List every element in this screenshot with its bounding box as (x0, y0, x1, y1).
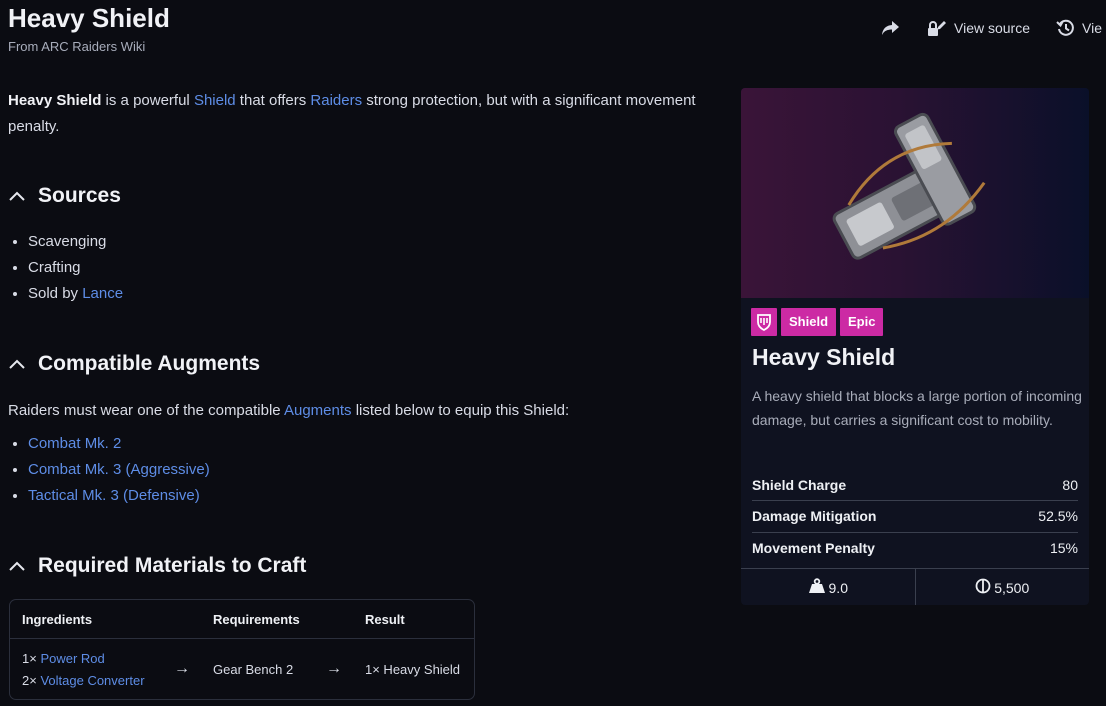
stat-label: Movement Penalty (752, 540, 875, 556)
page-actions: View source Vie (880, 18, 1106, 38)
badge-row: Shield Epic (751, 308, 887, 336)
list-item: Combat Mk. 2 (28, 431, 210, 457)
arrow-icon: → (326, 660, 342, 677)
stat-value: 15% (1049, 540, 1078, 556)
card-title: Heavy Shield (752, 344, 896, 370)
stat-value: 52.5% (1038, 508, 1078, 524)
sources-heading-label: Sources (38, 184, 121, 207)
intro-text: that offers (235, 92, 311, 109)
category-badge[interactable]: Shield (781, 308, 837, 336)
intro-text: is a powerful (101, 92, 194, 109)
augments-heading-label: Compatible Augments (38, 352, 261, 375)
list-item: Sold by Lance (28, 281, 123, 307)
share-icon (880, 19, 900, 37)
chevron-up-icon (8, 184, 38, 208)
chevron-up-icon (8, 352, 38, 376)
chevron-up-icon (8, 554, 38, 578)
intro-bold-title: Heavy Shield (8, 92, 102, 109)
raiders-link[interactable]: Raiders (310, 92, 362, 109)
stat-divider (752, 500, 1078, 501)
table-header: Result (365, 612, 405, 627)
weight-icon (808, 578, 829, 597)
craft-heading[interactable]: Required Materials to Craft (8, 554, 306, 578)
sold-by-text: Sold by (28, 285, 83, 302)
list-item: Combat Mk. 3 (Aggressive) (28, 457, 210, 483)
augment-link[interactable]: Combat Mk. 2 (28, 435, 121, 452)
price-cell: 5,500 (914, 569, 1090, 605)
view-source-link[interactable]: View source (926, 18, 1030, 38)
card-footer: 9.0 5,500 (741, 568, 1089, 605)
price-value: 5,500 (994, 579, 1030, 596)
sources-heading[interactable]: Sources (8, 184, 121, 208)
coin-icon (975, 578, 994, 597)
stat-row: Movement Penalty 15% (752, 540, 1078, 556)
augments-list: Combat Mk. 2 Combat Mk. 3 (Aggressive) T… (8, 431, 210, 509)
shield-link[interactable]: Shield (194, 92, 236, 109)
view-source-label: View source (954, 20, 1031, 36)
list-item: Scavenging (28, 229, 123, 255)
augments-text: listed below to equip this Shield: (351, 402, 570, 419)
augment-link[interactable]: Combat Mk. 3 (Aggressive) (28, 461, 210, 478)
rarity-badge[interactable]: Epic (840, 308, 884, 336)
ingredient-row: 2× Voltage Converter (22, 673, 145, 688)
weight-cell: 9.0 (741, 569, 915, 605)
power-rod-link[interactable]: Power Rod (40, 651, 104, 666)
craft-table: Ingredients Requirements Result 1× Power… (9, 599, 475, 700)
view-history-link[interactable]: Vie (1056, 18, 1102, 38)
requirement-cell: Gear Bench 2 (213, 662, 294, 677)
table-divider (10, 638, 474, 639)
stat-label: Damage Mitigation (752, 508, 877, 524)
stat-row: Damage Mitigation 52.5% (752, 508, 1078, 524)
stat-label: Shield Charge (752, 477, 847, 493)
sources-list: Scavenging Crafting Sold by Lance (8, 229, 123, 307)
stat-divider (752, 532, 1078, 533)
augment-link[interactable]: Tactical Mk. 3 (Defensive) (28, 487, 200, 504)
share-button[interactable] (880, 19, 900, 37)
result-cell: 1× Heavy Shield (365, 662, 461, 677)
table-header: Requirements (213, 612, 300, 627)
item-infobox: Shield Epic Heavy Shield A heavy shield … (741, 88, 1089, 605)
table-header: Ingredients (22, 612, 93, 627)
item-image (741, 88, 1089, 298)
list-item: Tactical Mk. 3 (Defensive) (28, 483, 210, 509)
intro-paragraph: Heavy Shield is a powerful Shield that o… (8, 88, 698, 140)
augments-text: Raiders must wear one of the compatible (8, 402, 284, 419)
ingredient-qty: 2× (22, 673, 37, 688)
voltage-converter-link[interactable]: Voltage Converter (40, 673, 144, 688)
augments-heading[interactable]: Compatible Augments (8, 352, 260, 376)
augments-paragraph: Raiders must wear one of the compatible … (8, 398, 569, 424)
lance-link[interactable]: Lance (82, 285, 123, 302)
ingredient-qty: 1× (22, 651, 37, 666)
augments-link[interactable]: Augments (284, 402, 352, 419)
card-description: A heavy shield that blocks a large porti… (752, 388, 1082, 428)
arrow-icon: → (174, 660, 190, 677)
craft-heading-label: Required Materials to Craft (38, 554, 307, 577)
list-item: Crafting (28, 255, 123, 281)
ingredient-row: 1× Power Rod (22, 651, 105, 666)
view-history-label: Vie (1082, 20, 1102, 36)
page-title: Heavy Shield (8, 3, 170, 33)
lock-pencil-icon (926, 18, 948, 38)
history-icon (1056, 18, 1076, 38)
stat-row: Shield Charge 80 (752, 477, 1078, 493)
shield-badge-icon (751, 308, 777, 336)
stat-value: 80 (1062, 477, 1078, 493)
page-subtitle: From ARC Raiders Wiki (8, 39, 146, 54)
weight-value: 9.0 (828, 579, 848, 596)
